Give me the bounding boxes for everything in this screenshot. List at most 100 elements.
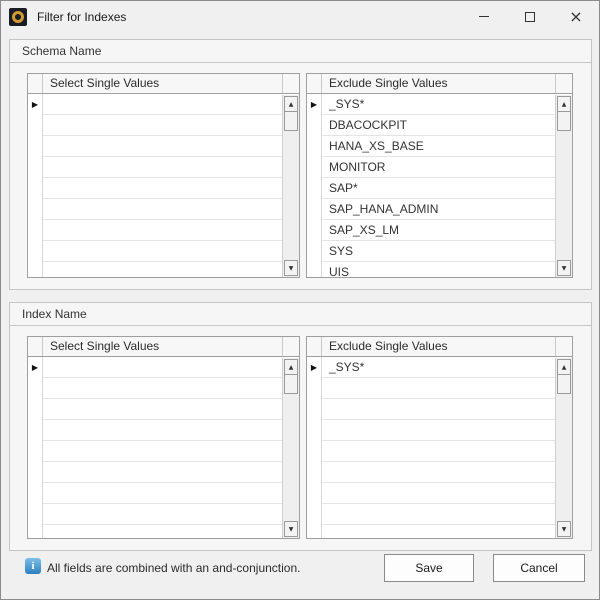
grid-row[interactable] (28, 262, 299, 278)
scroll-up-icon[interactable]: ▲ (557, 96, 571, 112)
grid-row[interactable]: UIS (307, 262, 572, 278)
grid-cell[interactable] (322, 483, 572, 504)
minimize-button[interactable] (461, 1, 507, 32)
grid-row[interactable] (28, 483, 299, 504)
grid-row[interactable]: ▶ _SYS* (307, 357, 572, 378)
close-button[interactable]: × (553, 1, 599, 32)
grid-row[interactable]: SAP_XS_LM (307, 220, 572, 241)
cancel-button[interactable]: Cancel (493, 554, 585, 582)
grid-row[interactable] (28, 504, 299, 525)
vertical-scrollbar[interactable]: ▲ ▼ (282, 95, 299, 277)
grid-row[interactable] (28, 462, 299, 483)
grid-row[interactable] (307, 441, 572, 462)
schema-exclude-values-grid[interactable]: Exclude Single Values ▶_SYS*DBACOCKPITHA… (306, 73, 573, 278)
grid-row[interactable]: SAP_HANA_ADMIN (307, 199, 572, 220)
scroll-down-icon[interactable]: ▼ (284, 521, 298, 537)
grid-cell[interactable] (43, 157, 299, 178)
grid-cell[interactable]: SAP_HANA_ADMIN (322, 199, 572, 220)
grid-header: Select Single Values (28, 74, 299, 94)
scroll-up-icon[interactable]: ▲ (284, 359, 298, 375)
grid-cell[interactable] (43, 399, 299, 420)
grid-cell[interactable] (43, 199, 299, 220)
grid-row[interactable] (307, 504, 572, 525)
index-exclude-values-grid[interactable]: Exclude Single Values ▶_SYS* ▲ ▼ (306, 336, 573, 539)
grid-cell[interactable] (43, 115, 299, 136)
schema-select-values-grid[interactable]: Select Single Values ▶ ▲ ▼ (27, 73, 300, 278)
grid-row[interactable]: ▶_SYS* (307, 94, 572, 115)
grid-row[interactable]: DBACOCKPIT (307, 115, 572, 136)
save-button[interactable]: Save (384, 554, 474, 582)
grid-cell[interactable]: MONITOR (322, 157, 572, 178)
grid-cell[interactable] (43, 441, 299, 462)
scroll-down-icon[interactable]: ▼ (284, 260, 298, 276)
grid-row[interactable] (307, 483, 572, 504)
grid-row[interactable]: SYS (307, 241, 572, 262)
index-select-values-grid[interactable]: Select Single Values ▶ ▲ ▼ (27, 336, 300, 539)
grid-cell[interactable] (43, 357, 299, 378)
grid-row[interactable] (28, 220, 299, 241)
grid-cell[interactable] (43, 241, 299, 262)
grid-row[interactable]: HANA_XS_BASE (307, 136, 572, 157)
grid-cell[interactable] (322, 420, 572, 441)
grid-cell[interactable]: SAP_XS_LM (322, 220, 572, 241)
grid-cell[interactable]: _SYS* (322, 357, 572, 378)
scrollbar-thumb[interactable] (557, 374, 571, 394)
grid-row[interactable] (307, 399, 572, 420)
grid-row[interactable]: ▶ (28, 94, 299, 115)
grid-cell[interactable]: SYS (322, 241, 572, 262)
grid-cell[interactable] (322, 462, 572, 483)
grid-row[interactable] (28, 525, 299, 539)
grid-row[interactable] (307, 525, 572, 539)
grid-cell[interactable] (43, 483, 299, 504)
grid-row[interactable] (307, 462, 572, 483)
grid-row[interactable]: MONITOR (307, 157, 572, 178)
grid-cell[interactable] (322, 378, 572, 399)
grid-cell[interactable]: _SYS* (322, 94, 572, 115)
grid-cell[interactable] (322, 441, 572, 462)
grid-cell[interactable] (43, 420, 299, 441)
grid-row[interactable] (28, 136, 299, 157)
grid-cell[interactable]: UIS (322, 262, 572, 278)
grid-cell[interactable]: SAP* (322, 178, 572, 199)
grid-row[interactable] (307, 420, 572, 441)
grid-cell[interactable] (43, 525, 299, 539)
grid-row[interactable] (28, 399, 299, 420)
row-header-cell (28, 262, 43, 278)
grid-cell[interactable] (43, 94, 299, 115)
grid-cell[interactable]: HANA_XS_BASE (322, 136, 572, 157)
scrollbar-thumb[interactable] (284, 374, 298, 394)
grid-cell[interactable] (322, 504, 572, 525)
grid-row[interactable] (28, 157, 299, 178)
grid-row[interactable]: SAP* (307, 178, 572, 199)
grid-cell[interactable] (43, 262, 299, 278)
grid-cell[interactable] (43, 178, 299, 199)
grid-cell[interactable] (322, 525, 572, 539)
grid-row[interactable] (28, 178, 299, 199)
scrollbar-thumb[interactable] (284, 111, 298, 131)
grid-row[interactable]: ▶ (28, 357, 299, 378)
scroll-up-icon[interactable]: ▲ (284, 96, 298, 112)
vertical-scrollbar[interactable]: ▲ ▼ (555, 95, 572, 277)
grid-cell[interactable] (43, 136, 299, 157)
scroll-down-icon[interactable]: ▼ (557, 260, 571, 276)
grid-cell[interactable] (322, 399, 572, 420)
grid-row[interactable] (28, 420, 299, 441)
grid-cell[interactable] (43, 504, 299, 525)
grid-cell[interactable]: DBACOCKPIT (322, 115, 572, 136)
scrollbar-thumb[interactable] (557, 111, 571, 131)
grid-row[interactable] (28, 199, 299, 220)
scroll-down-icon[interactable]: ▼ (557, 521, 571, 537)
scroll-up-icon[interactable]: ▲ (557, 359, 571, 375)
grid-cell[interactable] (43, 462, 299, 483)
grid-row[interactable] (28, 115, 299, 136)
vertical-scrollbar[interactable]: ▲ ▼ (282, 358, 299, 538)
grid-row[interactable] (28, 378, 299, 399)
grid-row[interactable] (307, 378, 572, 399)
current-row-arrow-icon: ▶ (311, 363, 317, 372)
grid-cell[interactable] (43, 220, 299, 241)
maximize-button[interactable] (507, 1, 553, 32)
grid-row[interactable] (28, 241, 299, 262)
grid-cell[interactable] (43, 378, 299, 399)
grid-row[interactable] (28, 441, 299, 462)
vertical-scrollbar[interactable]: ▲ ▼ (555, 358, 572, 538)
